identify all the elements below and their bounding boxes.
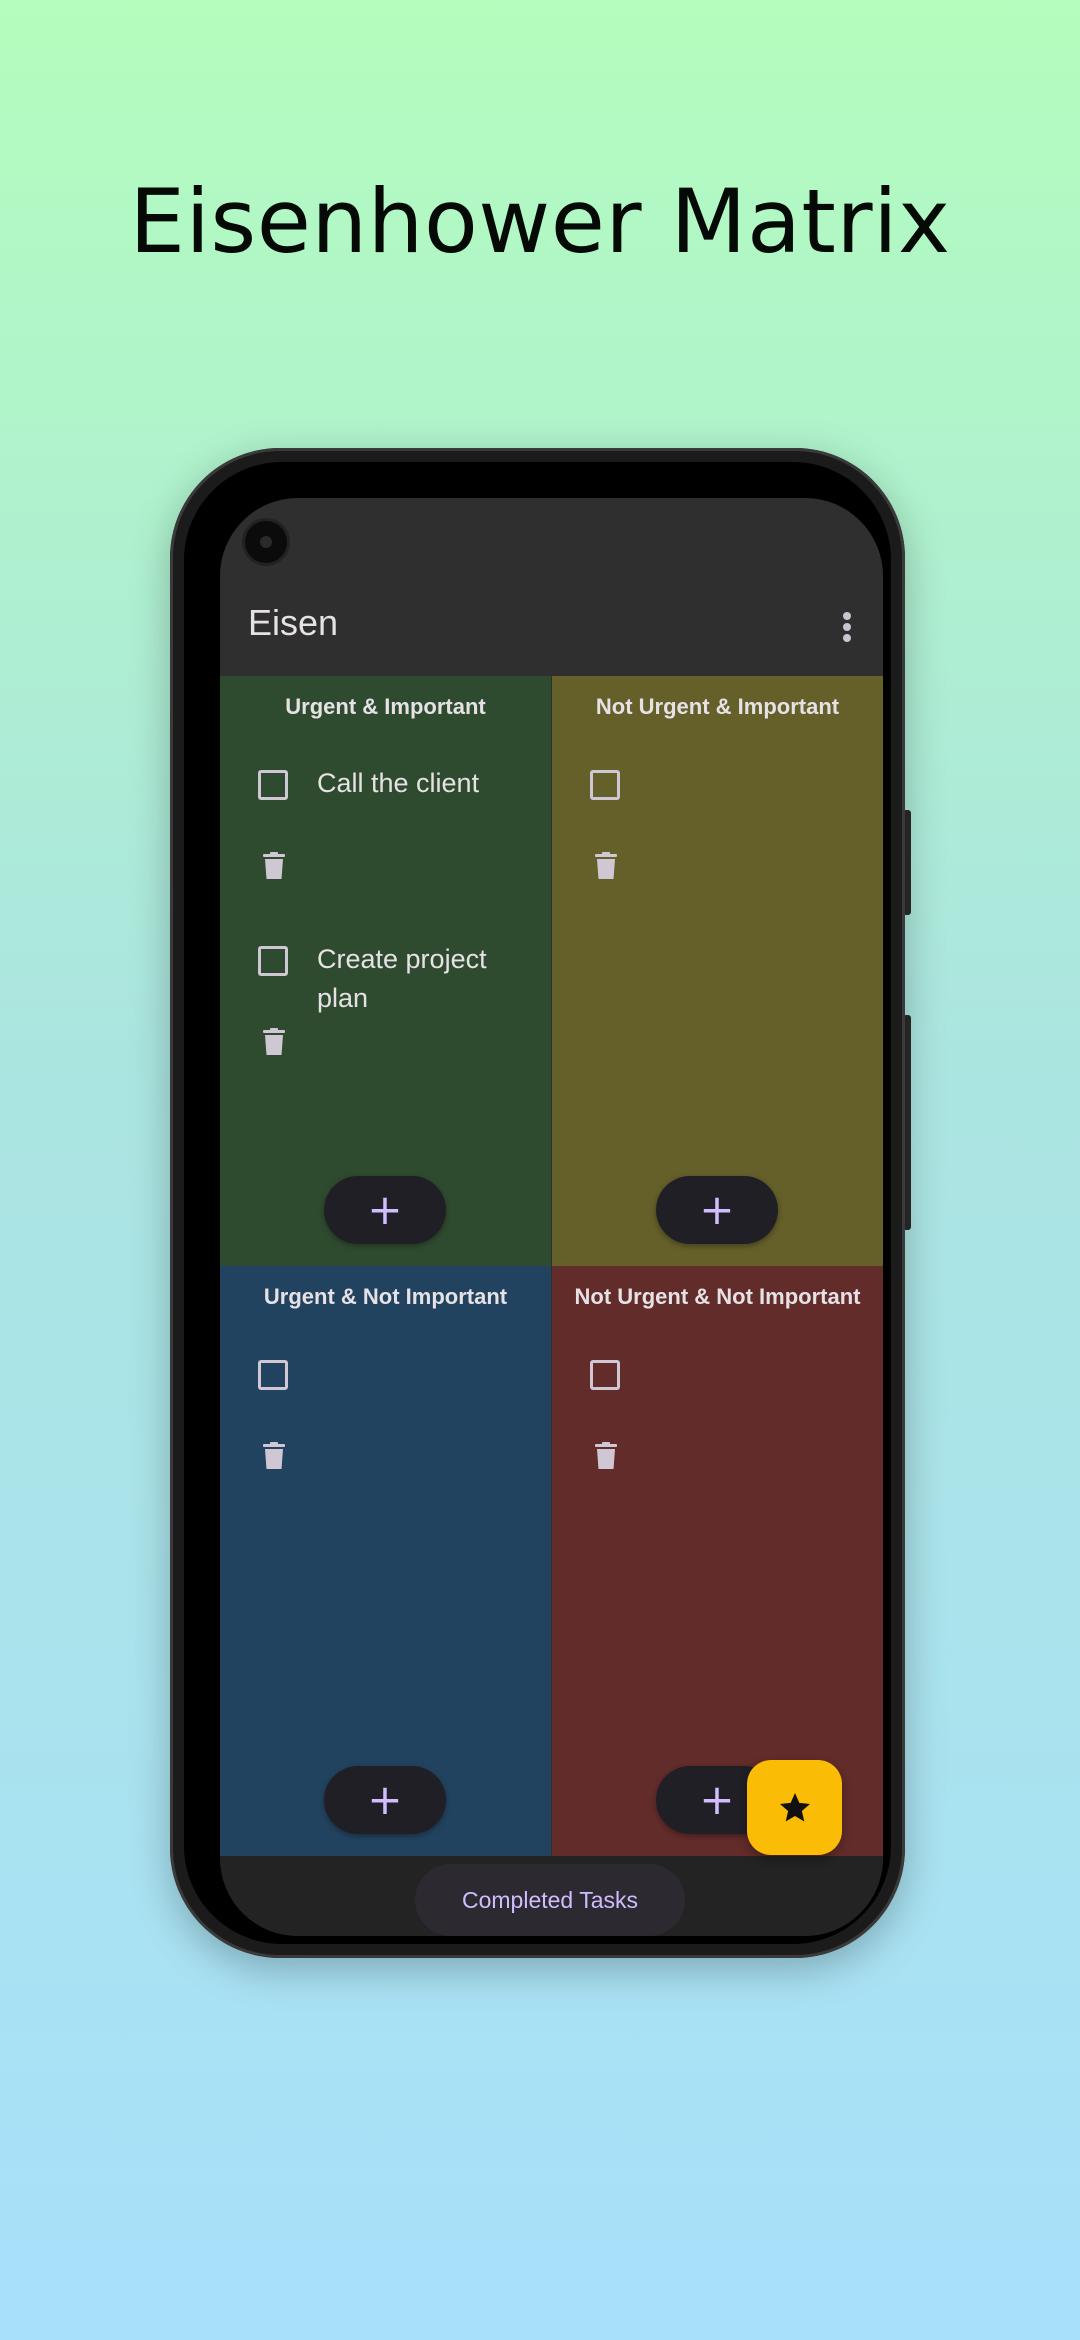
- favorite-fab[interactable]: [747, 1760, 842, 1855]
- task-checkbox[interactable]: [258, 770, 288, 800]
- plus-icon: +: [367, 1775, 403, 1824]
- delete-icon[interactable]: [262, 852, 286, 880]
- completed-tasks-button[interactable]: Completed Tasks: [415, 1864, 685, 1936]
- task-checkbox[interactable]: [258, 1360, 288, 1390]
- quadrant-title: Urgent & Important: [285, 694, 486, 719]
- more-vert-icon[interactable]: [841, 612, 853, 648]
- quadrant-title: Not Urgent & Important: [595, 694, 840, 719]
- add-task-button[interactable]: +: [324, 1766, 446, 1834]
- task-checkbox[interactable]: [590, 770, 620, 800]
- delete-icon[interactable]: [262, 1442, 286, 1470]
- camera-icon: [242, 518, 290, 566]
- quadrant-title: Not Urgent & Not Important: [574, 1284, 861, 1309]
- plus-icon: +: [367, 1185, 403, 1234]
- quadrant-urgent-important: Urgent & Important Call the client Creat…: [220, 676, 551, 1266]
- quadrant-title: Urgent & Not Important: [263, 1284, 508, 1309]
- quadrant-not-urgent-important: Not Urgent & Important +: [552, 676, 883, 1266]
- app-screen: Eisen Urgent & Important Call the client: [220, 498, 883, 1936]
- task-text: Create project plan: [317, 944, 487, 1013]
- page-headline: Eisenhower Matrix: [129, 170, 951, 273]
- plus-icon: +: [699, 1775, 735, 1824]
- app-bar: Eisen: [220, 588, 883, 672]
- task-text: Call the client: [317, 768, 480, 798]
- quadrant-urgent-not-important: Urgent & Not Important +: [220, 1266, 551, 1856]
- app-title: Eisen: [248, 602, 339, 643]
- add-task-button[interactable]: +: [324, 1176, 446, 1244]
- delete-icon[interactable]: [594, 1442, 618, 1470]
- plus-icon: +: [699, 1185, 735, 1234]
- phone-bezel: Eisen Urgent & Important Call the client: [184, 462, 891, 1944]
- phone-frame: Eisen Urgent & Important Call the client: [170, 448, 905, 1958]
- task-checkbox[interactable]: [258, 946, 288, 976]
- delete-icon[interactable]: [262, 1028, 286, 1056]
- delete-icon[interactable]: [594, 852, 618, 880]
- matrix-grid: Urgent & Important Call the client Creat…: [220, 676, 883, 1856]
- task-checkbox[interactable]: [590, 1360, 620, 1390]
- add-task-button[interactable]: +: [656, 1176, 778, 1244]
- star-icon: [779, 1792, 810, 1821]
